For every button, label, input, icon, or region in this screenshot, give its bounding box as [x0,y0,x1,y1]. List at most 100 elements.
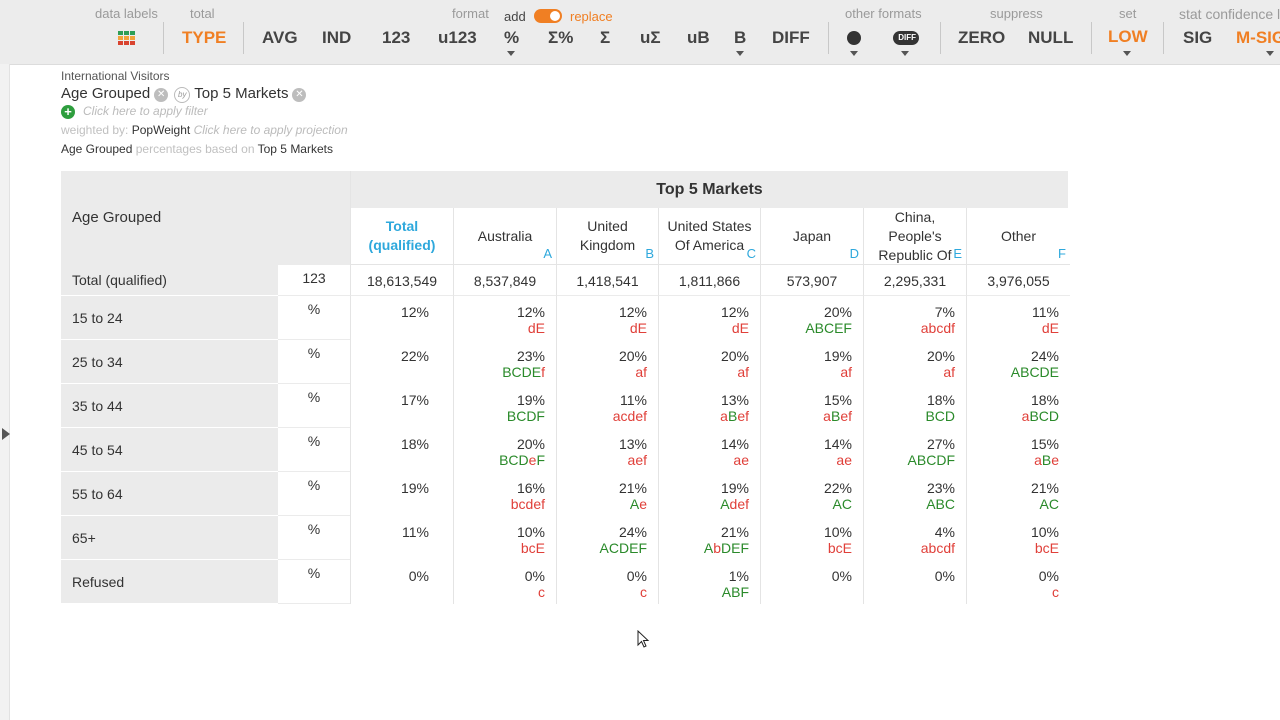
column-letter: E [953,246,962,261]
column-variable[interactable]: Top 5 Markets [194,85,288,102]
cell-value: 16% [516,480,545,496]
chevron-down-icon [736,51,744,56]
stat-type-cell: % [278,296,350,340]
total-column-header[interactable]: Total (qualified) [350,208,453,265]
chevron-down-icon [901,51,909,56]
sig-letters: E [637,320,647,336]
significance-letters: AC [761,496,852,512]
cell-value: 18% [400,436,429,452]
sig-button[interactable]: SIG [1183,28,1212,48]
stat-type-cell: 123 [278,265,350,296]
weight-variable[interactable]: PopWeight [132,123,190,137]
sig-letters: E [1049,540,1059,556]
toolbar-divider [1163,22,1164,54]
table-cell: 22% AC [760,472,863,516]
table-cell: 12% dE [453,296,556,340]
cell-value: 20% [823,304,852,320]
filter-line: + Click here to apply filter [61,104,208,119]
cell-value: 19% [400,480,429,496]
cell-value: 14% [823,436,852,452]
significance-letters: aef [557,452,647,468]
column-header[interactable]: Other F [966,208,1070,265]
m-sig-button[interactable]: M-SIG [1236,28,1280,48]
pct-row-variable: Age Grouped [61,142,133,156]
chevron-down-icon [507,51,515,56]
sig-letters: ACDEF [599,540,647,556]
table-cell-total: 19% [350,472,453,516]
cell-value: 20% [618,348,647,364]
cell-value: 24% [618,524,647,540]
diff-button[interactable]: DIFF [772,28,810,48]
crosstab-table: Age Grouped Top 5 Markets Total (qualifi… [61,171,1071,607]
expand-panel-icon[interactable] [2,428,10,440]
u123-button[interactable]: u123 [438,28,477,48]
cell-value: 7% [934,304,955,320]
add-replace-toggle[interactable] [534,9,562,23]
sum-button[interactable]: Σ [600,28,610,48]
sig-letters: bcdef [510,496,545,512]
column-header[interactable]: Australia A [453,208,556,265]
sig-letters: F [536,452,545,468]
zero-button[interactable]: ZERO [958,28,1005,48]
count-123-button[interactable]: 123 [382,28,410,48]
cell-value: 10% [1030,524,1059,540]
sig-letters: BCD [925,408,955,424]
table-cell: 24% ACDEF [556,516,658,560]
toolbar-divider [1091,22,1092,54]
sig-letters: ABC [926,496,955,512]
sig-letters: E [739,320,749,336]
cell-value: 15% [1030,436,1059,452]
table-row-label: 55 to 64 [61,472,278,516]
sig-letters: A [703,540,714,556]
cell-value: 20% [516,436,545,452]
column-header[interactable]: Japan D [760,208,863,265]
ind-button[interactable]: IND [322,28,351,48]
table-cell: 21% AbDEF [658,516,760,560]
sig-letters: DEF [721,540,749,556]
significance-letters: c [454,584,545,600]
column-letter: A [543,246,552,261]
row-variable[interactable]: Age Grouped [61,85,150,102]
sig-letters: a [720,408,728,424]
low-button[interactable]: LOW [1108,27,1148,47]
avg-button[interactable]: AVG [262,28,298,48]
table-cell: 19% Adef [658,472,760,516]
percent-button[interactable]: % [504,28,519,48]
ub-button[interactable]: uB [687,28,710,48]
column-header[interactable]: China, People's Republic Of E [863,208,966,265]
table-cell-total: 12% [350,296,453,340]
significance-letters: ABCDF [864,452,955,468]
sig-letters: c [640,584,647,600]
sig-letters: aef [627,452,647,468]
remove-row-variable-icon[interactable]: ✕ [154,88,169,102]
pointer-format-icon[interactable] [847,31,861,45]
data-labels-grid-icon[interactable] [118,31,135,45]
cell-value: 19% [720,480,749,496]
filter-hint[interactable]: Click here to apply filter [83,104,208,118]
sum-percent-button[interactable]: Σ% [548,28,573,48]
u-sum-button[interactable]: uΣ [640,28,661,48]
sig-letters: B [830,408,841,424]
diff-format-icon[interactable]: DIFF [893,31,919,45]
type-button[interactable]: TYPE [182,28,226,48]
projection-hint[interactable]: Click here to apply projection [194,123,348,137]
significance-letters: ABF [659,584,749,600]
banner-label: Top 5 Markets [656,181,763,198]
remove-column-variable-icon[interactable]: ✕ [292,88,307,102]
column-letter: C [746,246,756,261]
significance-letters: c [557,584,647,600]
significance-letters: BCDF [454,408,545,424]
significance-letters: AC [967,496,1059,512]
b-button[interactable]: B [734,28,746,48]
sig-letters: BCDF [506,408,545,424]
suppress-group-label: suppress [990,6,1043,21]
stat-type-cell: % [278,384,350,428]
null-button[interactable]: NULL [1028,28,1073,48]
sig-letters: E [1049,320,1059,336]
column-header[interactable]: United States Of America C [658,208,760,265]
column-header[interactable]: United Kingdom B [556,208,658,265]
add-filter-icon[interactable]: + [61,105,75,119]
table-cell: 15% aBef [760,384,863,428]
row-label-text: 25 to 34 [72,353,123,370]
weight-line: weighted by: PopWeight Click here to app… [61,123,348,137]
